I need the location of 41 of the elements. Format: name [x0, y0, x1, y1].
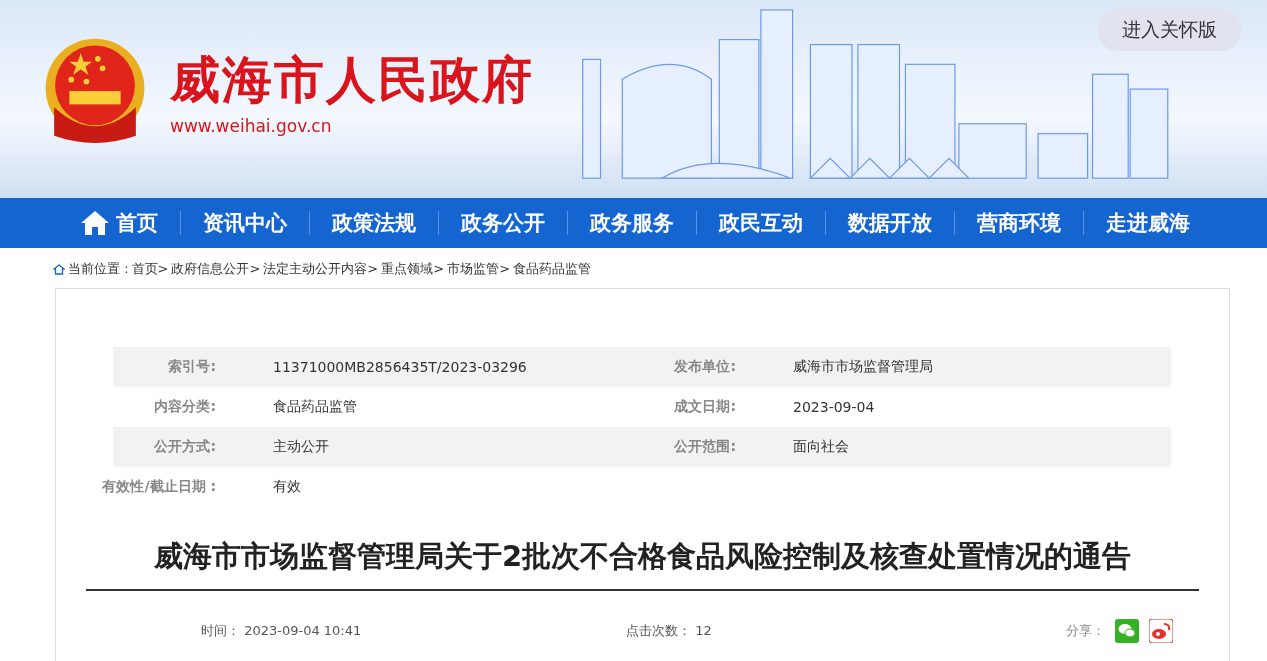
nav-link[interactable]: 首页 [58, 209, 180, 237]
nav-link[interactable]: 走进威海 [1084, 209, 1212, 237]
field-label: 成文日期: [674, 398, 737, 416]
article-title: 威海市市场监督管理局关于2批次不合格食品风险控制及核查处置情况的通告 [86, 537, 1199, 591]
breadcrumb-link[interactable]: 政府信息公开> [171, 260, 261, 278]
field-value: 有效 [272, 478, 302, 496]
field-value: 主动公开 [272, 438, 330, 456]
nav-link[interactable]: 政务服务 [568, 209, 696, 237]
nav-link[interactable]: 数据开放 [826, 209, 954, 237]
site-title: 威海市人民政府 [170, 50, 534, 110]
breadcrumb-link[interactable]: 市场监管> [447, 260, 511, 278]
field-value: 11371000MB2856435T/2023-03296 [272, 359, 528, 375]
field-label: 有效性/截止日期 : [102, 478, 217, 496]
time-text: 时间： 2023-09-04 10:41 [201, 623, 362, 638]
field-value: 威海市市场监督管理局 [792, 358, 934, 376]
share-label: 分享： [1066, 622, 1105, 640]
wechat-share-icon[interactable] [1115, 619, 1139, 643]
field-label: 公开范围: [674, 438, 737, 456]
nav-link[interactable]: 资讯中心 [181, 209, 309, 237]
field-value: 2023-09-04 [792, 399, 876, 415]
breadcrumb-link[interactable]: 首页> [131, 260, 169, 278]
field-value: 面向社会 [792, 438, 850, 456]
site-url: www.weihai.gov.cn [170, 116, 333, 136]
nav-link[interactable]: 政务公开 [439, 209, 567, 237]
home-icon [80, 210, 110, 236]
field-label: 内容分类: [154, 398, 217, 416]
nav-link[interactable]: 政民互动 [697, 209, 825, 237]
view-count-text: 点击次数： 12 [626, 623, 712, 638]
breadcrumb-link[interactable]: 食品药品监管 [513, 260, 592, 278]
breadcrumb-label: 当前位置 : [68, 260, 129, 278]
nav-link[interactable]: 政策法规 [310, 209, 438, 237]
field-value: 食品药品监管 [272, 398, 358, 416]
field-label: 发布单位: [674, 358, 737, 376]
weibo-share-icon[interactable] [1149, 619, 1173, 643]
field-label: 索引号: [168, 358, 217, 376]
home-icon [53, 263, 65, 275]
breadcrumb-link[interactable]: 重点领域> [381, 260, 445, 278]
care-version-button[interactable]: 进入关怀版 [1098, 9, 1241, 51]
nav-link[interactable]: 营商环境 [955, 209, 1083, 237]
breadcrumb-link[interactable]: 法定主动公开内容> [263, 260, 379, 278]
field-label: 公开方式: [154, 438, 217, 456]
